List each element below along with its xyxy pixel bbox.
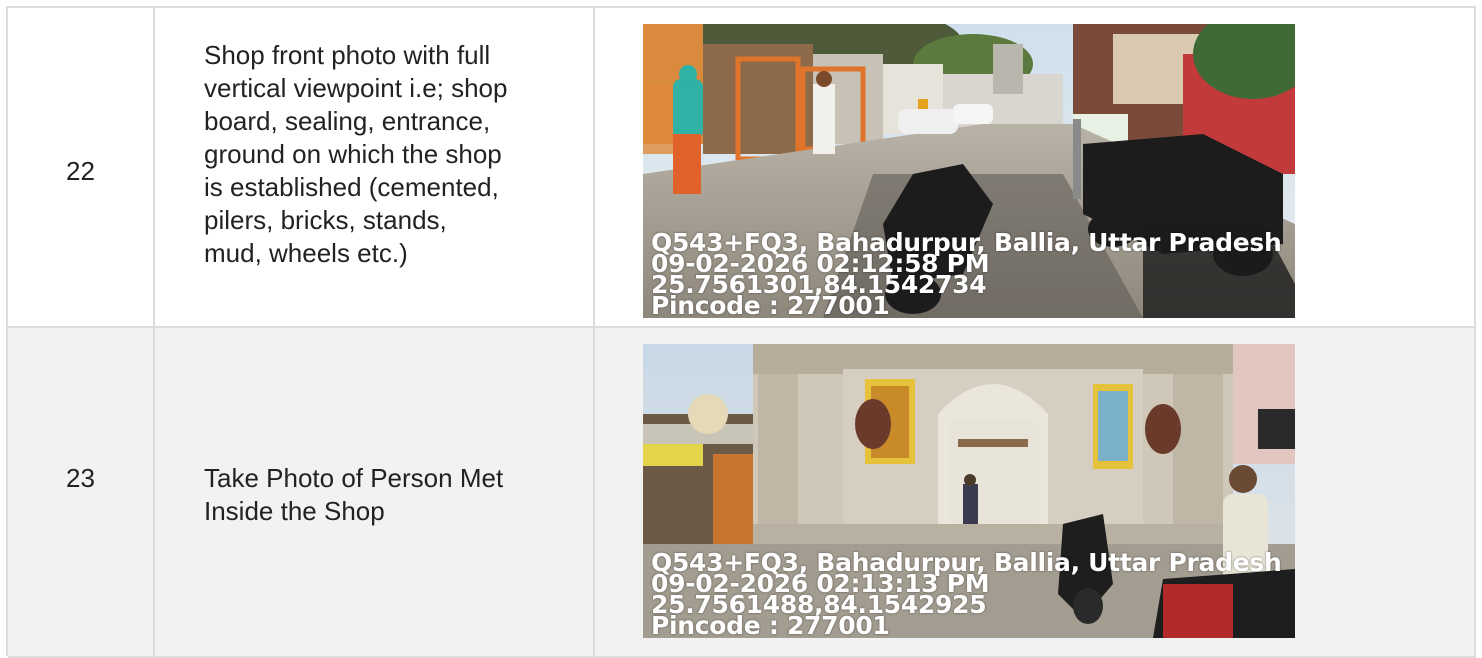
report-table: 22 Shop front photo with full vertical v… xyxy=(6,6,1476,658)
row-number-cell: 22 xyxy=(8,8,155,326)
table-row: 22 Shop front photo with full vertical v… xyxy=(8,8,1476,328)
row-number: 23 xyxy=(66,463,95,493)
photo-cell: Q543+FQ3, Bahadurpur, Ballia, Uttar Prad… xyxy=(595,328,1476,656)
description-cell: Shop front photo with full vertical view… xyxy=(155,8,595,326)
row-description: Take Photo of Person Met Inside the Shop xyxy=(204,463,504,526)
photo-geo-stamp: Q543+FQ3, Bahadurpur, Ballia, Uttar Prad… xyxy=(651,550,1282,638)
row-description: Shop front photo with full vertical view… xyxy=(204,40,508,268)
photo-geo-stamp: Q543+FQ3, Bahadurpur, Ballia, Uttar Prad… xyxy=(651,230,1282,318)
row-number-cell: 23 xyxy=(8,328,155,656)
shop-front-photo[interactable]: Q543+FQ3, Bahadurpur, Ballia, Uttar Prad… xyxy=(643,24,1295,318)
description-cell: Take Photo of Person Met Inside the Shop xyxy=(155,328,595,656)
table-row: 23 Take Photo of Person Met Inside the S… xyxy=(8,328,1476,658)
row-number: 22 xyxy=(66,156,95,186)
photo-cell: Q543+FQ3, Bahadurpur, Ballia, Uttar Prad… xyxy=(595,8,1476,326)
person-met-photo[interactable]: Q543+FQ3, Bahadurpur, Ballia, Uttar Prad… xyxy=(643,344,1295,638)
